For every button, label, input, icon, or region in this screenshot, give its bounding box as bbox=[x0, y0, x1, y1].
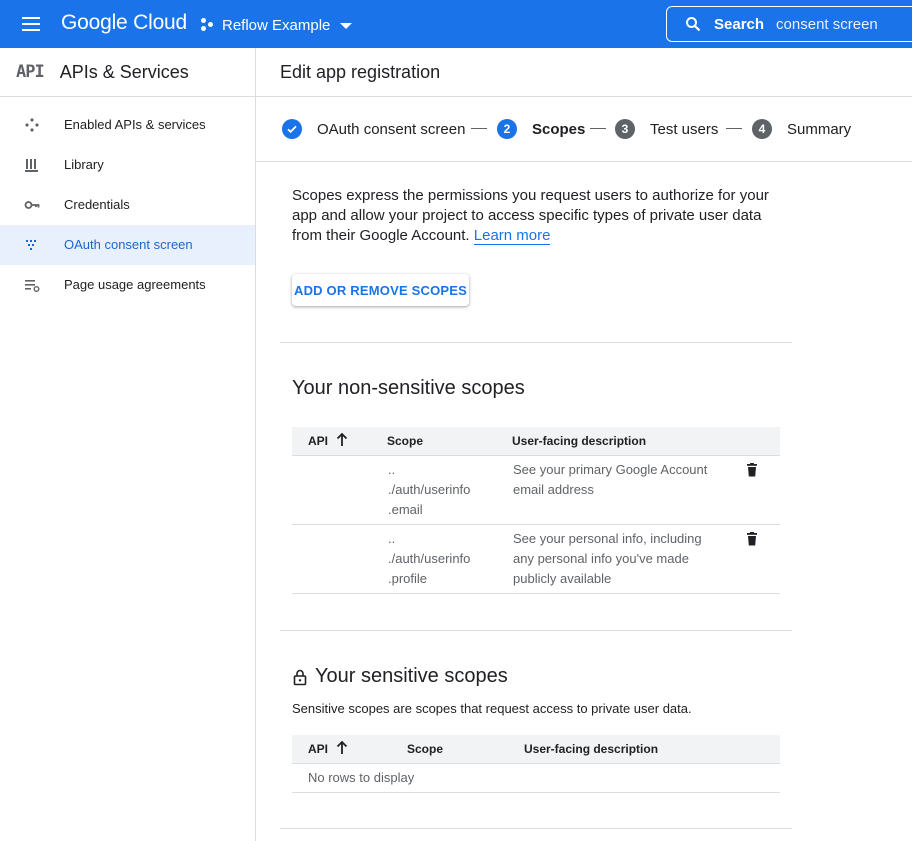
step-number: 4 bbox=[752, 119, 772, 139]
table-header: API Scope User-facing description bbox=[292, 735, 780, 764]
step-test-users[interactable]: 3 Test users bbox=[615, 119, 718, 139]
search-query[interactable]: consent screen bbox=[776, 16, 878, 33]
sort-arrow-up-icon[interactable] bbox=[336, 740, 348, 756]
table-row: .. ./auth/userinfo .email See your prima… bbox=[292, 456, 780, 525]
search-label: Search bbox=[714, 15, 765, 33]
empty-table-message: No rows to display bbox=[292, 764, 780, 793]
delete-icon[interactable] bbox=[744, 462, 760, 478]
sidebar-item-oauth-consent-screen[interactable]: OAuth consent screen bbox=[0, 225, 255, 265]
non-sensitive-scopes-table: API Scope User-facing description .. ./a… bbox=[292, 427, 780, 594]
sensitive-scopes-description: Sensitive scopes are scopes that request… bbox=[292, 701, 692, 716]
search-input[interactable]: Search consent screen bbox=[666, 6, 912, 42]
scope-line: .email bbox=[388, 502, 423, 517]
column-header-api[interactable]: API bbox=[308, 742, 328, 756]
scopes-intro: Scopes express the permissions you reque… bbox=[292, 186, 780, 246]
sidebar-item-credentials[interactable]: Credentials bbox=[0, 185, 255, 225]
scope-cell: .. ./auth/userinfo .profile bbox=[388, 529, 498, 589]
sidebar-header: API APIs & Services bbox=[0, 48, 255, 97]
sidebar-item-label: Enabled APIs & services bbox=[64, 117, 206, 132]
column-header-scope[interactable]: Scope bbox=[387, 434, 423, 448]
key-icon bbox=[24, 197, 40, 213]
step-summary[interactable]: 4 Summary bbox=[752, 119, 851, 139]
google-cloud-logo[interactable]: Google Cloud bbox=[61, 11, 187, 35]
library-icon bbox=[24, 157, 40, 173]
add-or-remove-scopes-button[interactable]: ADD OR REMOVE SCOPES bbox=[292, 274, 469, 306]
scope-line: .. bbox=[388, 462, 396, 477]
sensitive-scopes-title: Your sensitive scopes bbox=[315, 665, 508, 687]
hamburger-menu-icon[interactable] bbox=[22, 16, 42, 32]
consent-icon bbox=[24, 237, 40, 253]
stepper: OAuth consent screen 2 Scopes 3 Test use… bbox=[256, 97, 912, 162]
sidebar-item-label: Library bbox=[64, 157, 104, 172]
table-header: API Scope User-facing description bbox=[292, 427, 780, 456]
scope-cell: .. ./auth/userinfo .email bbox=[388, 460, 498, 520]
sidebar-item-label: Page usage agreements bbox=[64, 277, 206, 292]
project-name: Reflow Example bbox=[222, 16, 331, 34]
diamond-icon bbox=[24, 117, 40, 133]
column-header-scope[interactable]: Scope bbox=[407, 742, 443, 756]
sidebar-item-page-usage-agreements[interactable]: Page usage agreements bbox=[0, 265, 255, 305]
step-number: 2 bbox=[497, 119, 517, 139]
column-header-api[interactable]: API bbox=[308, 434, 328, 448]
step-label: Summary bbox=[787, 120, 852, 138]
divider bbox=[280, 342, 792, 343]
step-oauth-consent-screen[interactable]: OAuth consent screen bbox=[282, 119, 465, 139]
sidebar-item-library[interactable]: Library bbox=[0, 145, 255, 185]
page-title: Edit app registration bbox=[280, 62, 441, 82]
step-label: Test users bbox=[650, 120, 719, 138]
delete-icon[interactable] bbox=[744, 531, 760, 547]
scope-line: ./auth/userinfo bbox=[388, 482, 471, 497]
divider bbox=[280, 630, 792, 631]
column-header-description[interactable]: User-facing description bbox=[524, 742, 658, 756]
divider bbox=[280, 828, 792, 829]
scope-line: .. bbox=[388, 531, 396, 546]
api-logo: API bbox=[16, 62, 45, 82]
step-label: OAuth consent screen bbox=[317, 120, 466, 138]
sort-arrow-up-icon[interactable] bbox=[336, 432, 348, 448]
description-cell: See your primary Google Account email ad… bbox=[513, 462, 708, 497]
learn-more-link[interactable]: Learn more bbox=[473, 227, 551, 245]
step-label: Scopes bbox=[532, 120, 586, 138]
sidebar: API APIs & Services Enabled APIs & servi… bbox=[0, 48, 256, 841]
step-scopes[interactable]: 2 Scopes bbox=[497, 119, 585, 139]
step-separator bbox=[471, 128, 487, 129]
sidebar-item-label: Credentials bbox=[64, 197, 130, 212]
sensitive-scopes-table: API Scope User-facing description No row… bbox=[292, 735, 780, 793]
chevron-down-icon bbox=[340, 23, 353, 29]
sensitive-scopes-heading: Your sensitive scopes bbox=[292, 665, 508, 688]
sidebar-title: APIs & Services bbox=[59, 61, 189, 82]
project-dots-icon bbox=[201, 18, 215, 32]
check-circle-icon bbox=[282, 119, 302, 139]
empty-text: No rows to display bbox=[308, 770, 415, 785]
search-icon bbox=[685, 16, 701, 32]
project-selector[interactable]: Reflow Example bbox=[201, 14, 353, 36]
description-cell: See your personal info, including any pe… bbox=[513, 531, 702, 586]
step-number: 3 bbox=[615, 119, 635, 139]
sidebar-item-enabled-apis[interactable]: Enabled APIs & services bbox=[0, 105, 255, 145]
list-settings-icon bbox=[24, 277, 40, 293]
page-header: Edit app registration bbox=[256, 48, 912, 97]
lock-icon bbox=[292, 668, 308, 686]
top-app-bar: Google Cloud Reflow Example Search conse… bbox=[0, 0, 912, 48]
scope-line: .profile bbox=[388, 571, 428, 586]
scope-line: ./auth/userinfo bbox=[388, 551, 471, 566]
column-header-description[interactable]: User-facing description bbox=[512, 434, 646, 448]
table-row: .. ./auth/userinfo .profile See your per… bbox=[292, 525, 780, 594]
step-separator bbox=[726, 128, 742, 129]
non-sensitive-scopes-title: Your non-sensitive scopes bbox=[292, 377, 525, 399]
step-separator bbox=[590, 128, 606, 129]
sidebar-item-label: OAuth consent screen bbox=[64, 237, 193, 252]
